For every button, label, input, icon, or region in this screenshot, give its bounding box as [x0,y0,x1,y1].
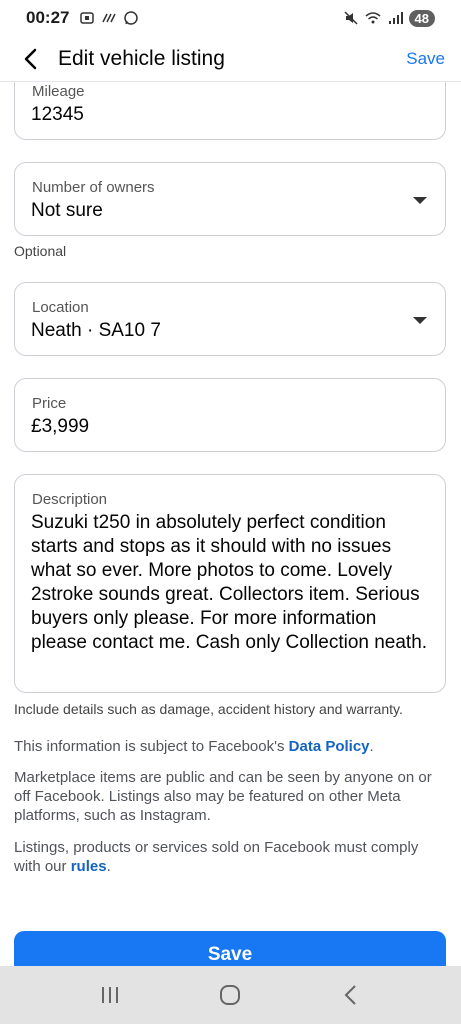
owners-label: Number of owners [32,179,155,196]
owners-helper: Optional [14,243,67,259]
description-helper: Include details such as damage, accident… [14,701,403,717]
description-label: Description [32,491,108,508]
rules-notice: Listings, products or services sold on F… [14,838,446,876]
home-button[interactable] [210,975,250,1015]
data-policy-notice: This information is subject to Facebook'… [14,737,446,756]
owners-select[interactable]: Number of owners Not sure [14,162,446,236]
header-save-link[interactable]: Save [406,49,445,69]
public-notice: Marketplace items are public and can be … [14,769,432,824]
location-select[interactable]: Location Neath · SA10 7 [14,282,446,356]
page-title-overlay: Edit vehicle listing [58,46,225,70]
rules-suffix: . [106,858,111,875]
dropdown-caret-icon [413,197,427,204]
status-time: 00:27 [26,8,70,27]
price-value: £3,999 [31,416,90,437]
data-policy-suffix: . [369,738,374,755]
wifi-icon [365,12,381,24]
back-icon [344,985,356,1005]
price-label: Price [32,395,67,412]
back-nav-button[interactable] [331,975,371,1015]
status-right-icons: 48 [343,9,435,27]
app-header-overlay: Edit vehicle listing Save [0,36,461,82]
recent-apps-icon [102,987,119,1003]
description-textarea[interactable]: Description Suzuki t250 in absolutely pe… [14,474,446,693]
location-value: Neath · SA10 7 [31,320,161,341]
mileage-label: Mileage [32,83,85,100]
status-left-icons [79,10,139,26]
back-button-overlay[interactable] [16,44,46,74]
price-field[interactable]: Price £3,999 [14,378,446,452]
rules-link[interactable]: rules [71,858,107,875]
whatsapp-icon [124,11,139,25]
status-bar: 00:27 48 [0,0,461,36]
recent-apps-button[interactable] [90,975,130,1015]
mileage-value: 12345 [31,104,84,125]
owners-value: Not sure [31,200,103,221]
cell-signal-icon [388,12,403,24]
dropdown-caret-icon [413,317,427,324]
data-policy-link[interactable]: Data Policy [289,738,370,755]
system-nav-bar [0,966,461,1024]
location-label: Location [32,299,89,316]
battery-indicator: 48 [408,9,435,27]
screenshot-icon [80,12,95,24]
description-value: Suzuki t250 in absolutely perfect condit… [31,512,428,653]
data-policy-prefix: This information is subject to Facebook'… [14,738,289,755]
mute-icon [344,11,358,25]
home-icon [220,985,241,1005]
chevron-left-icon [24,48,37,69]
signal-strength-icon [102,13,117,23]
